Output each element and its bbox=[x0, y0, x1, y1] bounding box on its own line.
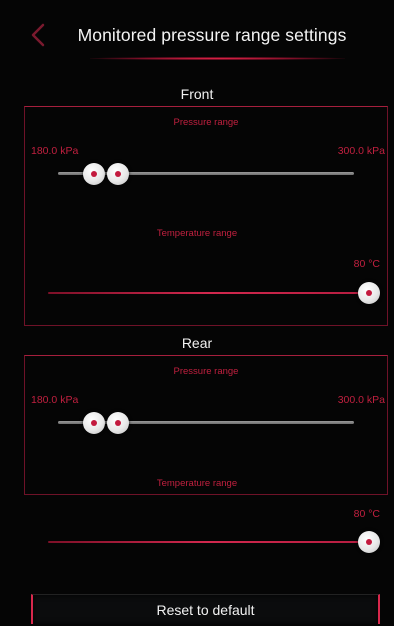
page-title: Monitored pressure range settings bbox=[77, 25, 347, 45]
rear-temperature-caption: Temperature range bbox=[156, 478, 238, 489]
rear-temperature-thumb[interactable] bbox=[358, 531, 380, 553]
front-pressure-max-label: 300.0 kPa bbox=[337, 145, 385, 157]
chevron-left-icon[interactable] bbox=[28, 22, 50, 48]
front-temperature-thumb[interactable] bbox=[358, 282, 380, 304]
rear-panel: Pressure range 180.0 kPa 300.0 kPa bbox=[24, 355, 388, 495]
front-pressure-max-thumb[interactable] bbox=[107, 163, 129, 185]
rear-pressure-max-thumb[interactable] bbox=[107, 412, 129, 434]
rear-pressure-min-label: 180.0 kPa bbox=[31, 394, 79, 406]
rear-temperature-label: 80 °C bbox=[353, 508, 380, 520]
rear-pressure-caption: Pressure range bbox=[173, 366, 239, 377]
front-temperature-track[interactable] bbox=[48, 292, 368, 294]
rear-section-title: Rear bbox=[181, 335, 213, 351]
front-pressure-caption: Pressure range bbox=[173, 117, 239, 128]
rear-pressure-max-label: 300.0 kPa bbox=[337, 394, 385, 406]
front-pressure-min-label: 180.0 kPa bbox=[31, 145, 79, 157]
pressure-settings-screen: Monitored pressure range settings Front … bbox=[0, 0, 394, 626]
rear-pressure-min-thumb[interactable] bbox=[83, 412, 105, 434]
front-temperature-label: 80 °C bbox=[353, 258, 380, 270]
title-underline bbox=[90, 57, 345, 60]
rear-temperature-track[interactable] bbox=[48, 541, 368, 543]
reset-to-default-button[interactable]: Reset to default bbox=[31, 594, 380, 624]
front-temperature-caption: Temperature range bbox=[156, 228, 238, 239]
front-pressure-min-thumb[interactable] bbox=[83, 163, 105, 185]
front-section-title: Front bbox=[180, 86, 214, 102]
